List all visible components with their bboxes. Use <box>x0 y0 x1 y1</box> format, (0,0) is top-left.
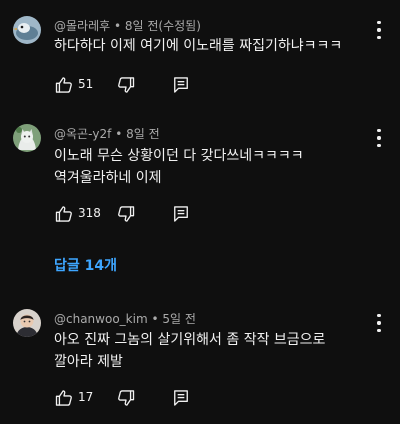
comment-text: 이노래 무슨 상황이던 다 갖다쓰네ㅋㅋㅋㅋ 역겨울라하네 이제 <box>54 145 354 189</box>
comment-meta: @chanwoo_kim • 5일 전 <box>54 310 196 327</box>
bird-avatar-icon <box>13 16 41 44</box>
comment-text-line: 역겨울라하네 이제 <box>54 170 162 186</box>
comment-text-line: 이노래 무슨 상황이던 다 갖다쓰네ㅋㅋㅋㅋ <box>54 148 304 164</box>
comment-author[interactable]: @옥곤-y2f <box>54 127 111 141</box>
like-count: 17 <box>78 390 94 404</box>
more-options-icon[interactable] <box>376 129 382 147</box>
avatar[interactable] <box>13 124 41 152</box>
thumbs-up-icon[interactable] <box>54 388 74 408</box>
person-avatar-icon <box>13 309 41 337</box>
thumbs-down-icon[interactable] <box>116 204 136 224</box>
thumbs-down-icon[interactable] <box>116 388 136 408</box>
comment-author[interactable]: @chanwoo_kim <box>54 312 148 326</box>
thumbs-down-icon[interactable] <box>116 75 136 95</box>
comment-meta: @옥곤-y2f • 8일 전 <box>54 125 160 142</box>
comment-actions: 318 <box>54 204 234 224</box>
avatar[interactable] <box>13 16 41 44</box>
reply-icon[interactable] <box>171 204 191 224</box>
meta-separator: • <box>147 312 163 326</box>
comment-actions: 17 <box>54 388 234 408</box>
thumbs-up-icon[interactable] <box>54 204 74 224</box>
comment-time: 8일 전 <box>126 127 160 141</box>
view-replies-button[interactable]: 답글 14개 <box>54 255 117 275</box>
more-options-icon[interactable] <box>376 314 382 332</box>
comment-actions: 51 <box>54 75 234 95</box>
more-options-icon[interactable] <box>376 21 382 39</box>
reply-icon[interactable] <box>171 388 191 408</box>
reply-icon[interactable] <box>171 75 191 95</box>
thumbs-up-icon[interactable] <box>54 75 74 95</box>
comment-meta: @몰라레후 • 8일 전(수정됨) <box>54 17 201 34</box>
comment-text: 하다하다 이제 여기에 이노래를 짜집기하냐ㅋㅋㅋ <box>54 35 354 57</box>
avatar[interactable] <box>13 309 41 337</box>
comment-time: 5일 전 <box>162 312 196 326</box>
like-count: 318 <box>78 206 101 220</box>
comment-text-line: 깔아라 제발 <box>54 354 123 370</box>
comment-author[interactable]: @몰라레후 <box>54 19 110 33</box>
comment-text-line: 하다하다 이제 여기에 이노래를 짜집기하냐ㅋㅋㅋ <box>54 38 343 54</box>
comment-text-line: 아오 진짜 그놈의 살기위해서 좀 작작 브금으로 <box>54 332 326 348</box>
comment-time: 8일 전(수정됨) <box>124 19 201 33</box>
comment-text: 아오 진짜 그놈의 살기위해서 좀 작작 브금으로 깔아라 제발 <box>54 329 354 373</box>
cat-avatar-icon <box>13 124 41 152</box>
meta-separator: • <box>111 127 127 141</box>
meta-separator: • <box>110 19 125 33</box>
like-count: 51 <box>78 77 94 91</box>
